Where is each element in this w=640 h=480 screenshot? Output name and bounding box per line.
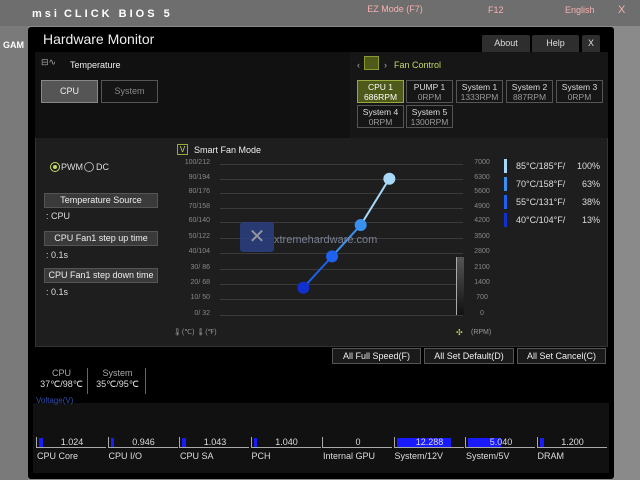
voltage-name: Internal GPU xyxy=(323,451,376,461)
voltage-value: 12.288 xyxy=(415,437,444,447)
voltage-name: System/5V xyxy=(466,451,510,461)
voltage-name: System/12V xyxy=(394,451,444,461)
voltage-value: 1.040 xyxy=(275,437,298,447)
voltage-bar: 0.946 xyxy=(107,437,178,448)
watermark-text: xtremehardware.com xyxy=(274,234,378,246)
thermometer-icon: 🌡 xyxy=(196,329,206,336)
curve-point-handle[interactable] xyxy=(354,219,367,232)
voltage-bar: 1.200 xyxy=(536,437,607,448)
legend-temp: 85°C/185°F/ xyxy=(516,161,566,171)
rpm-level-bar xyxy=(456,257,464,315)
cpu-temp-reading: CPU 37℃/98℃ xyxy=(36,368,88,394)
curve-point-handle[interactable] xyxy=(383,172,396,185)
voltage-label: Voltage(V) xyxy=(36,396,74,405)
voltage-bar: 1.024 xyxy=(36,437,106,448)
curve-point-handle[interactable] xyxy=(326,250,339,263)
legend-swatch xyxy=(504,177,507,191)
fan-icon: ✣ xyxy=(456,328,463,337)
legend-swatch xyxy=(504,213,507,227)
watermark-logo-icon: ✕ xyxy=(240,222,274,252)
voltage-name: CPU Core xyxy=(37,451,79,461)
curve-segment xyxy=(359,178,391,226)
voltage-name: CPU SA xyxy=(180,451,214,461)
voltage-value: 1.043 xyxy=(203,437,227,447)
curve-point-handle[interactable] xyxy=(297,281,310,294)
voltage-bar: 0 xyxy=(322,437,392,448)
rpm-unit: (RPM) xyxy=(471,329,492,336)
curve-segment xyxy=(302,255,333,289)
voltage-bar: 12.288 xyxy=(393,437,464,448)
legend-temp: 40°C/104°F/ xyxy=(516,215,566,225)
all-set-default-button[interactable]: All Set Default(D) xyxy=(424,348,514,364)
voltage-value: 1.024 xyxy=(60,437,84,447)
thermometer-icon: 🌡 xyxy=(173,329,182,336)
legend-swatch xyxy=(504,159,507,173)
voltage-bar: 1.043 xyxy=(179,437,249,448)
legend-temp: 55°C/131°F/ xyxy=(516,197,566,207)
voltage-value: 0.946 xyxy=(132,437,155,447)
legend-percent: 13% xyxy=(581,215,600,225)
legend-percent: 100% xyxy=(576,161,600,171)
legend-swatch xyxy=(504,195,507,209)
system-temp-reading: System 35℃/95℃ xyxy=(90,368,146,394)
voltage-bar: 5.040 xyxy=(465,437,535,448)
legend-temp: 70°C/158°F/ xyxy=(516,179,566,189)
voltage-name: PCH xyxy=(251,451,271,461)
all-full-speed-button[interactable]: All Full Speed(F) xyxy=(332,348,421,364)
legend-percent: 38% xyxy=(581,197,600,207)
voltage-value: 1.200 xyxy=(561,437,584,447)
celsius-unit: 🌡(℃) 🌡(℉) xyxy=(173,329,217,336)
voltage-value: 5.040 xyxy=(489,437,513,447)
voltage-name: CPU I/O xyxy=(108,451,143,461)
voltage-value: 0 xyxy=(355,437,361,447)
voltage-name: DRAM xyxy=(537,451,565,461)
all-set-cancel-button[interactable]: All Set Cancel(C) xyxy=(517,348,606,364)
voltage-bar: 1.040 xyxy=(250,437,321,448)
legend-percent: 63% xyxy=(581,179,600,189)
